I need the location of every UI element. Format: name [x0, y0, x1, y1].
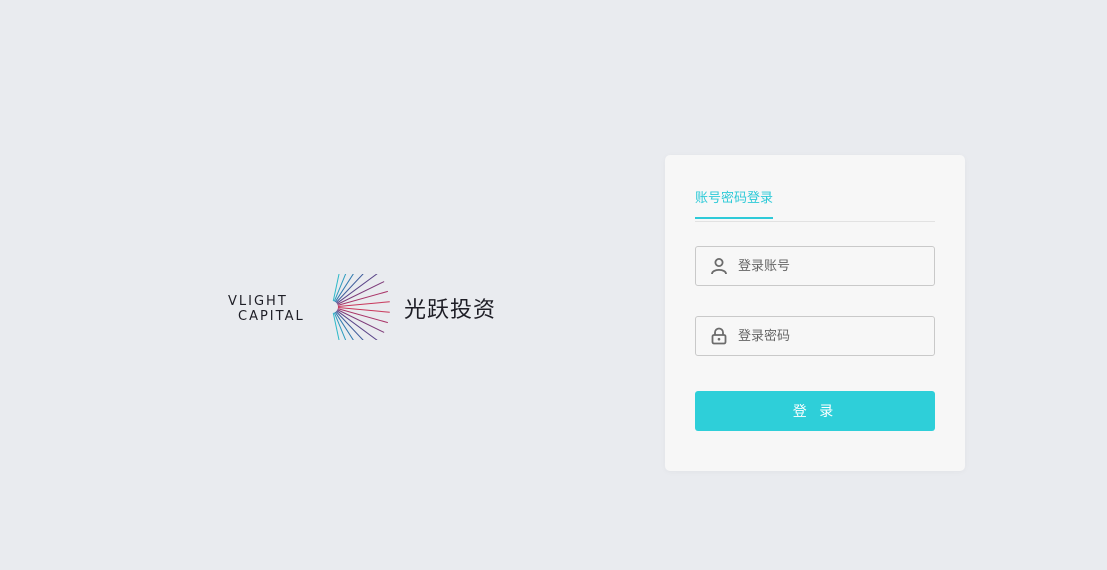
brand-name-en: VLIGHT CAPITAL: [226, 294, 305, 324]
account-field[interactable]: [695, 246, 935, 286]
tab-account-password-login[interactable]: 账号密码登录: [695, 189, 774, 219]
lock-icon: [711, 327, 727, 345]
login-tabs: 账号密码登录: [695, 187, 935, 222]
brand-name-en-line1: VLIGHT: [228, 294, 288, 309]
brand-name-en-line2: CAPITAL: [238, 309, 305, 324]
brand-name-cn: 光跃投资: [404, 298, 497, 323]
password-input[interactable]: [738, 317, 928, 355]
login-button[interactable]: 登 录: [695, 391, 935, 431]
sunburst-fan-icon: [332, 274, 390, 340]
user-icon: [711, 258, 727, 275]
password-field[interactable]: [695, 316, 935, 356]
login-card: 账号密码登录 登 录: [665, 155, 965, 471]
account-input[interactable]: [738, 247, 928, 285]
brand-logo: VLIGHT CAPITAL 光跃投资: [226, 272, 506, 342]
